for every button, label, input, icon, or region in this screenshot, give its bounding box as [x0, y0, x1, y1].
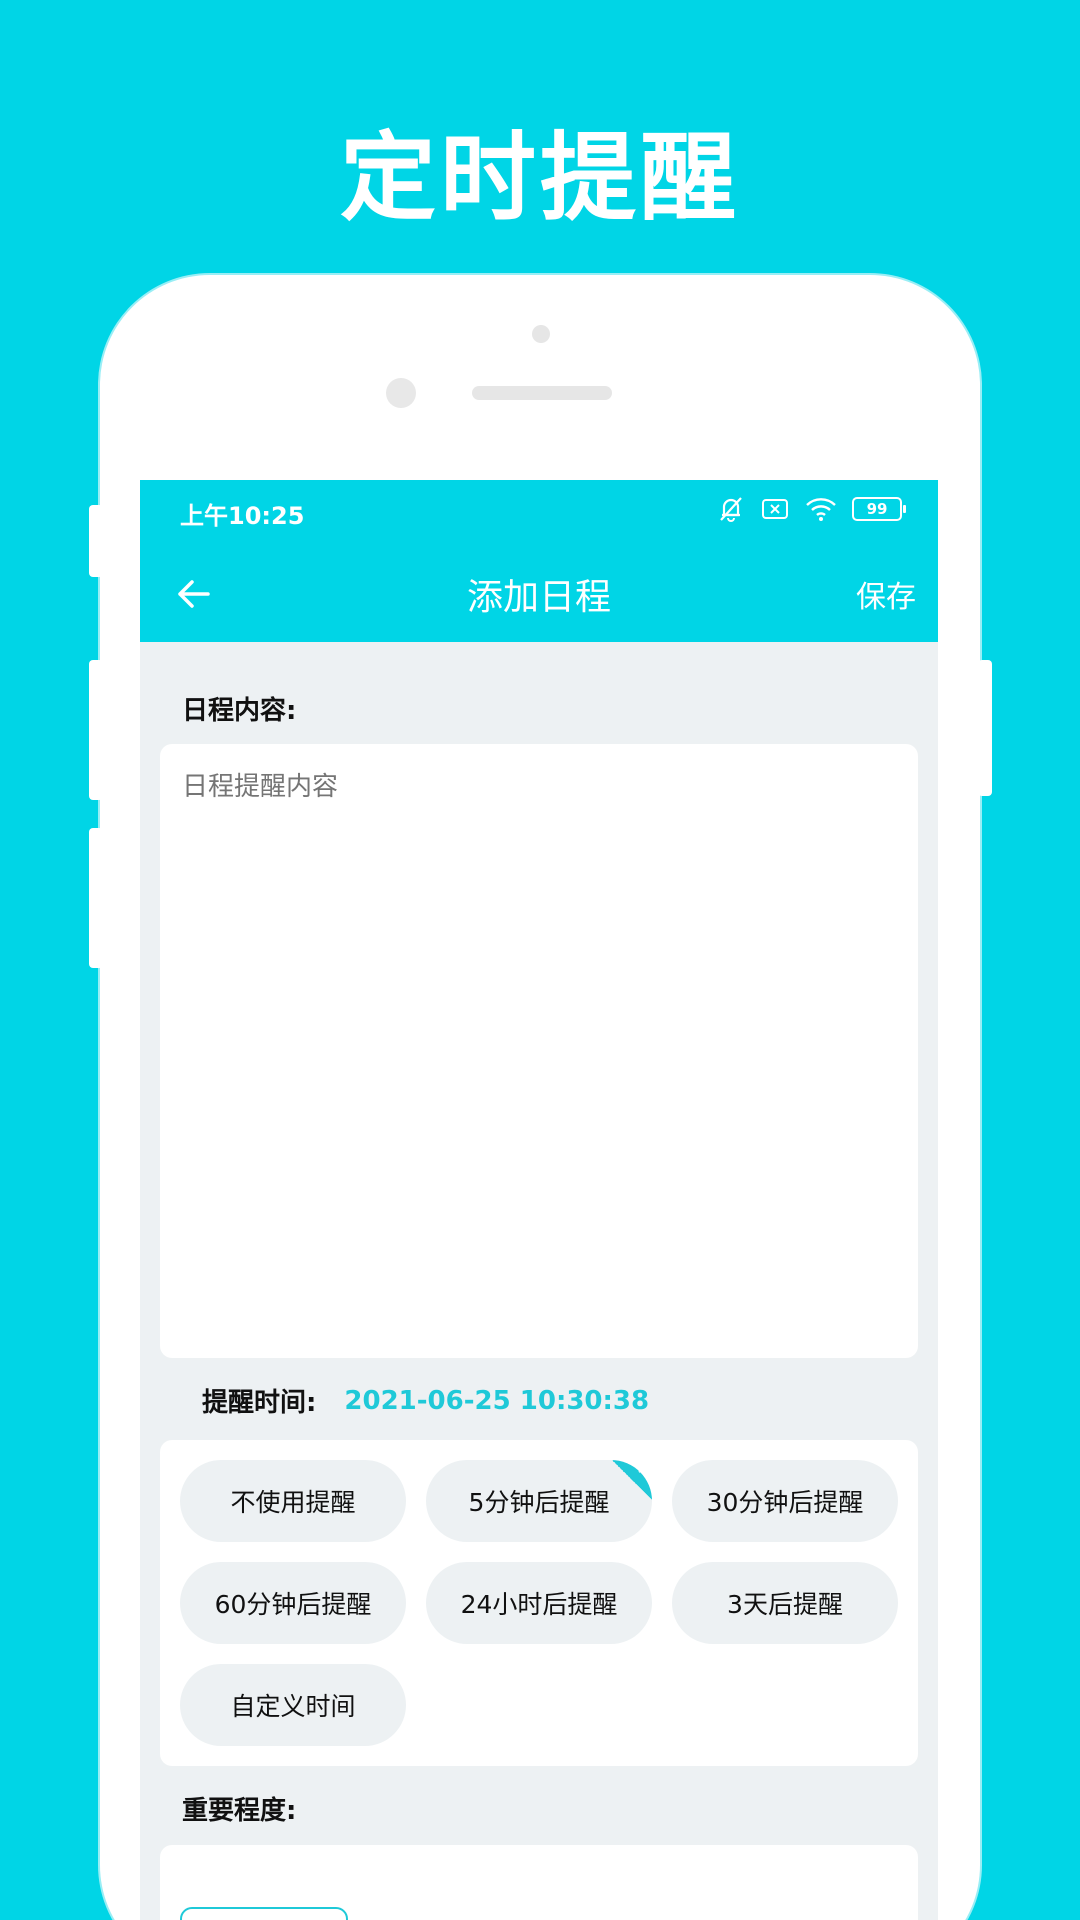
remind-option-none[interactable]: 不使用提醒 — [180, 1460, 406, 1542]
remind-option-60min[interactable]: 60分钟后提醒 — [180, 1562, 406, 1644]
selected-check-icon: ✓ — [612, 1460, 652, 1500]
status-bar: 上午10:25 99 — [140, 480, 938, 544]
content-input[interactable] — [182, 766, 896, 1336]
remind-option-label: 60分钟后提醒 — [214, 1590, 372, 1619]
sim-x-icon — [762, 499, 788, 519]
remind-options-card: 不使用提醒 5分钟后提醒 ✓ 30分钟后提醒 60分钟后提醒 24小时后提醒 3… — [160, 1440, 918, 1766]
phone-power-button — [978, 660, 992, 796]
page-title: 添加日程 — [466, 577, 611, 618]
remind-option-24h[interactable]: 24小时后提醒 — [426, 1562, 652, 1644]
phone-sensor — [532, 325, 550, 343]
wifi-icon — [806, 498, 836, 521]
remind-option-30min[interactable]: 30分钟后提醒 — [672, 1460, 898, 1542]
importance-card — [160, 1845, 918, 1920]
importance-label: 重要程度: — [182, 1796, 297, 1826]
remind-time-value[interactable]: 2021-06-25 10:30:38 — [344, 1386, 649, 1416]
content-label: 日程内容: — [182, 696, 297, 726]
promo-title: 定时提醒 — [340, 122, 740, 234]
remind-option-label: 5分钟后提醒 — [468, 1488, 610, 1517]
remind-time-row: 提醒时间: 2021-06-25 10:30:38 — [202, 1382, 649, 1419]
remind-time-label: 提醒时间: — [202, 1388, 317, 1418]
battery-icon: 99 — [852, 497, 906, 521]
remind-option-label: 30分钟后提醒 — [706, 1488, 864, 1517]
bell-off-icon — [720, 497, 742, 522]
remind-option-label: 自定义时间 — [230, 1692, 356, 1721]
nav-bar: 添加日程 保存 — [140, 544, 938, 642]
phone-front-camera — [386, 378, 416, 408]
battery-level: 99 — [866, 500, 888, 518]
remind-option-3days[interactable]: 3天后提醒 — [672, 1562, 898, 1644]
status-time: 上午10:25 — [180, 502, 305, 530]
remind-option-label: 24小时后提醒 — [460, 1590, 618, 1619]
remind-option-label: 不使用提醒 — [230, 1488, 356, 1517]
phone-speaker — [472, 386, 612, 400]
remind-option-custom[interactable]: 自定义时间 — [180, 1664, 406, 1746]
app-screen: 上午10:25 99 添加日程 保存 日程内容: 日程提醒内容 提醒时间: 20… — [140, 480, 938, 1920]
save-button[interactable]: 保存 — [856, 572, 916, 616]
remind-option-5min[interactable]: 5分钟后提醒 ✓ — [426, 1460, 652, 1542]
content-card — [160, 744, 918, 1358]
status-icons: 99 — [716, 494, 906, 524]
importance-option[interactable] — [180, 1907, 348, 1920]
remind-option-label: 3天后提醒 — [727, 1590, 843, 1619]
